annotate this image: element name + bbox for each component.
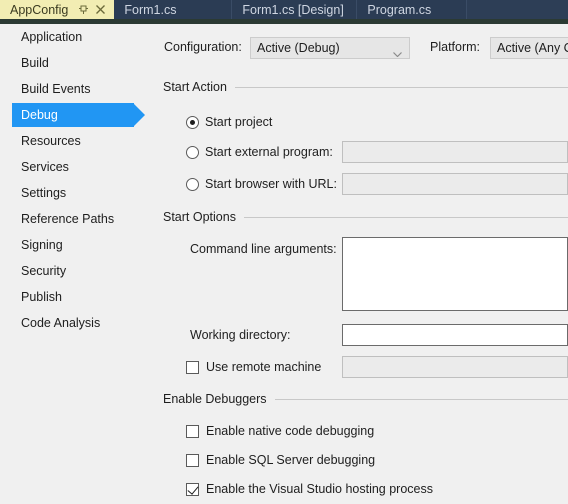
- sidebar-item-code-analysis[interactable]: Code Analysis: [0, 310, 155, 336]
- sidebar-item-services[interactable]: Services: [0, 154, 155, 180]
- start-options-group-header: Start Options: [163, 210, 568, 224]
- start-options-group-label: Start Options: [163, 210, 236, 224]
- sidebar-item-publish[interactable]: Publish: [0, 284, 155, 310]
- tab-bar: AppConfig Form1.cs Form1.cs [Design] Pro…: [0, 0, 568, 19]
- tab-form1-cs[interactable]: Form1.cs: [114, 0, 233, 19]
- radio-start-external-program-indicator[interactable]: [186, 145, 199, 159]
- sidebar-item-label: Resources: [21, 134, 81, 148]
- checkbox-enable-native-code-debugging[interactable]: Enable native code debugging: [186, 422, 374, 440]
- start-action-group-label: Start Action: [163, 80, 227, 94]
- chevron-down-icon: [393, 46, 402, 58]
- start-action-group-header: Start Action: [163, 80, 568, 94]
- sidebar-item-application[interactable]: Application: [0, 24, 155, 50]
- sidebar-item-label: Build Events: [21, 82, 91, 96]
- checkbox-enable-vs-hosting-process-label: Enable the Visual Studio hosting process: [206, 482, 434, 496]
- checkbox-enable-native-code-debugging-label: Enable native code debugging: [206, 424, 375, 438]
- checkbox-use-remote-machine-label: Use remote machine: [206, 360, 322, 374]
- sidebar-item-debug[interactable]: Debug: [0, 102, 155, 128]
- tab-form1-cs-design-label: Form1.cs [Design]: [242, 2, 344, 17]
- checkbox-enable-vs-hosting-process-indicator[interactable]: [186, 482, 199, 496]
- checkbox-use-remote-machine[interactable]: Use remote machine: [186, 358, 321, 376]
- tab-appconfig-icons: [72, 0, 115, 19]
- sidebar-item-label: Debug: [21, 108, 58, 122]
- command-line-arguments-label: Command line arguments:: [190, 242, 337, 256]
- sidebar-item-label: Signing: [21, 238, 63, 252]
- working-directory-label: Working directory:: [190, 328, 291, 342]
- tab-strip-filler: [467, 0, 568, 19]
- sidebar-item-label: Reference Paths: [21, 212, 115, 226]
- sidebar-item-security[interactable]: Security: [0, 258, 155, 284]
- group-divider: [274, 398, 568, 400]
- sidebar-item-build-events[interactable]: Build Events: [0, 76, 155, 102]
- group-divider: [234, 86, 568, 88]
- working-directory-input[interactable]: [342, 324, 568, 346]
- radio-start-external-program[interactable]: Start external program:: [186, 143, 333, 161]
- command-line-arguments-input[interactable]: [342, 237, 568, 311]
- sidebar-item-label: Build: [21, 56, 49, 70]
- checkbox-enable-sql-server-debugging-indicator[interactable]: [186, 453, 199, 467]
- radio-start-browser-with-url-label: Start browser with URL:: [205, 177, 337, 191]
- close-icon[interactable]: [95, 4, 106, 15]
- sidebar-item-label: Services: [21, 160, 69, 174]
- checkbox-enable-native-code-debugging-indicator[interactable]: [186, 424, 199, 438]
- sidebar-item-settings[interactable]: Settings: [0, 180, 155, 206]
- configuration-dropdown-value: Active (Debug): [257, 41, 340, 55]
- tab-appconfig-label: AppConfig: [10, 2, 69, 17]
- sidebar: Application Build Build Events Debug Res…: [0, 24, 155, 504]
- remote-machine-input[interactable]: [342, 356, 568, 378]
- debug-settings-pane: Configuration: Active (Debug) Platform: …: [155, 24, 568, 504]
- enable-debuggers-group-label: Enable Debuggers: [163, 392, 267, 406]
- platform-dropdown[interactable]: Active (Any CPU): [490, 37, 568, 59]
- checkbox-use-remote-machine-indicator[interactable]: [186, 360, 199, 374]
- tab-program-cs[interactable]: Program.cs: [357, 0, 468, 19]
- sidebar-item-label: Application: [21, 30, 83, 44]
- sidebar-item-reference-paths[interactable]: Reference Paths: [0, 206, 155, 232]
- configuration-row: Configuration: Active (Debug) Platform: …: [155, 36, 568, 60]
- sidebar-item-build[interactable]: Build: [0, 50, 155, 76]
- platform-label: Platform:: [430, 40, 481, 54]
- radio-start-browser-with-url-indicator[interactable]: [186, 177, 199, 191]
- radio-start-external-program-label: Start external program:: [205, 145, 333, 159]
- radio-start-project[interactable]: Start project: [186, 113, 272, 131]
- sidebar-item-label: Publish: [21, 290, 62, 304]
- tab-program-cs-label: Program.cs: [367, 2, 432, 17]
- configuration-dropdown[interactable]: Active (Debug): [250, 37, 410, 59]
- checkbox-enable-vs-hosting-process[interactable]: Enable the Visual Studio hosting process: [186, 480, 433, 498]
- radio-start-project-label: Start project: [205, 115, 273, 129]
- tab-form1-cs-design[interactable]: Form1.cs [Design]: [232, 0, 358, 19]
- enable-debuggers-group-header: Enable Debuggers: [163, 392, 568, 406]
- radio-start-browser-with-url[interactable]: Start browser with URL:: [186, 175, 337, 193]
- radio-start-project-indicator[interactable]: [186, 115, 199, 129]
- sidebar-item-label: Security: [21, 264, 67, 278]
- tab-appconfig[interactable]: AppConfig: [0, 0, 73, 19]
- browser-url-input[interactable]: [342, 173, 568, 195]
- tab-form1-cs-label: Form1.cs: [124, 2, 177, 17]
- pin-icon[interactable]: [78, 4, 89, 15]
- sidebar-selection-arrow-icon: [133, 103, 145, 127]
- sidebar-item-signing[interactable]: Signing: [0, 232, 155, 258]
- sidebar-item-label: Code Analysis: [21, 316, 101, 330]
- group-divider: [243, 216, 568, 218]
- platform-dropdown-value: Active (Any CPU): [497, 41, 568, 55]
- checkbox-enable-sql-server-debugging[interactable]: Enable SQL Server debugging: [186, 451, 375, 469]
- external-program-input[interactable]: [342, 141, 568, 163]
- sidebar-item-label: Settings: [21, 186, 67, 200]
- checkbox-enable-sql-server-debugging-label: Enable SQL Server debugging: [206, 453, 376, 467]
- configuration-label: Configuration:: [164, 40, 242, 54]
- sidebar-item-resources[interactable]: Resources: [0, 128, 155, 154]
